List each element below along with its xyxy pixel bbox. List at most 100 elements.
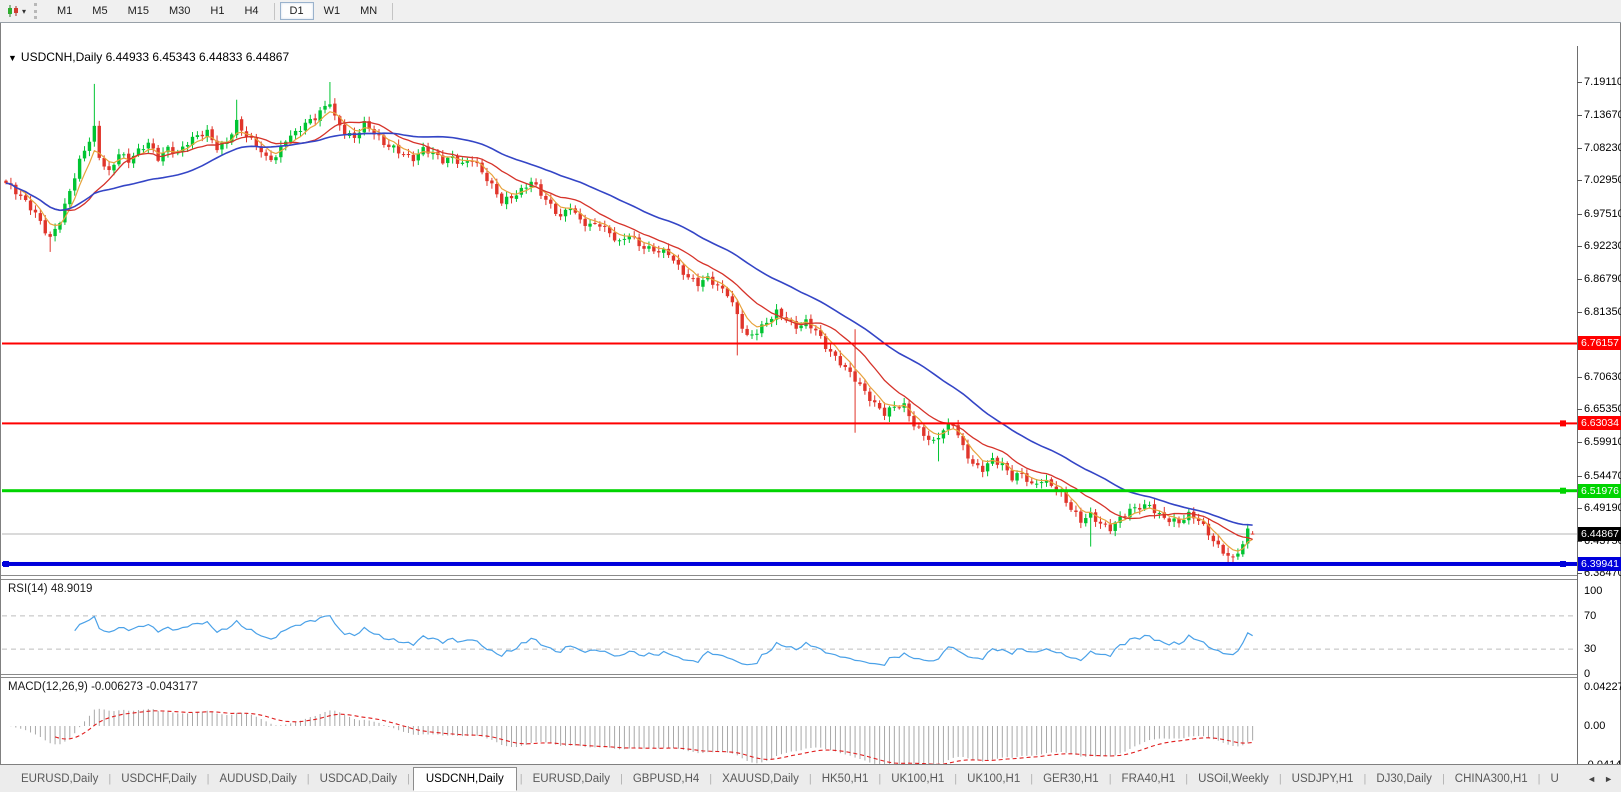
price-chart-canvas[interactable] bbox=[2, 46, 1578, 575]
chart-window: ▼USDCNH,Daily 6.44933 6.45343 6.44833 6.… bbox=[0, 23, 1621, 765]
tab-separator: | bbox=[108, 773, 111, 785]
price-line-label-6.63034[interactable]: 6.63034 bbox=[1578, 416, 1621, 430]
tab-scroll-left-icon[interactable]: ◄ bbox=[1587, 774, 1596, 784]
chart-tab-XAUUSD-Daily[interactable]: XAUUSD,Daily bbox=[715, 769, 806, 789]
horizontal-line-6.63034[interactable] bbox=[2, 422, 1578, 424]
tab-separator: | bbox=[1442, 773, 1445, 785]
price-tick: 6.70630 bbox=[1584, 371, 1621, 383]
chart-tab-HK50-H1[interactable]: HK50,H1 bbox=[815, 769, 876, 789]
timeframe-button-M1[interactable]: M1 bbox=[47, 2, 82, 20]
toolbar-separator bbox=[274, 3, 275, 20]
tab-separator: | bbox=[207, 773, 210, 785]
symbol-period-label: USDCNH,Daily bbox=[21, 50, 102, 64]
horizontal-line-6.76157[interactable] bbox=[2, 342, 1578, 344]
tab-separator: | bbox=[307, 773, 310, 785]
rsi-scale-label: 30 bbox=[1584, 643, 1621, 655]
macd-label: MACD(12,26,9) -0.006273 -0.043177 bbox=[8, 681, 198, 693]
price-tick-mark bbox=[1577, 442, 1582, 443]
price-tick-mark bbox=[1577, 409, 1582, 410]
timeframe-button-M30[interactable]: M30 bbox=[159, 2, 200, 20]
price-tick-mark bbox=[1577, 180, 1582, 181]
price-tick: 6.86790 bbox=[1584, 273, 1621, 285]
panel-separator[interactable] bbox=[1, 575, 1577, 576]
macd-canvas[interactable] bbox=[2, 678, 1578, 771]
tab-separator: | bbox=[520, 773, 523, 785]
chart-tab-USDCAD-Daily[interactable]: USDCAD,Daily bbox=[313, 769, 404, 789]
price-line-label-6.51976[interactable]: 6.51976 bbox=[1578, 484, 1621, 498]
rsi-line bbox=[75, 616, 1253, 666]
timeframe-button-H4[interactable]: H4 bbox=[234, 2, 268, 20]
chart-title: ▼USDCNH,Daily 6.44933 6.45343 6.44833 6.… bbox=[8, 50, 289, 64]
price-tick-mark bbox=[1577, 115, 1582, 116]
price-tick-mark bbox=[1577, 214, 1582, 215]
ma-slow-line bbox=[6, 133, 1253, 525]
chart-tab-AUDUSD-Daily[interactable]: AUDUSD,Daily bbox=[212, 769, 303, 789]
chart-tab-USDCNH-Daily[interactable]: USDCNH,Daily bbox=[413, 767, 517, 791]
ma-medium-line bbox=[6, 122, 1253, 540]
tab-separator: | bbox=[620, 773, 623, 785]
chart-tab-GER30-H1[interactable]: GER30,H1 bbox=[1036, 769, 1106, 789]
price-tick: 7.19110 bbox=[1584, 76, 1621, 88]
tab-separator: | bbox=[407, 773, 410, 785]
price-line-label-6.76157[interactable]: 6.76157 bbox=[1578, 336, 1621, 350]
toolbar-separator bbox=[392, 3, 393, 20]
chart-tab-EURUSD-Daily[interactable]: EURUSD,Daily bbox=[14, 769, 105, 789]
tab-scroll-buttons: ◄ ► bbox=[1583, 765, 1617, 792]
toolbar-grip[interactable] bbox=[34, 3, 41, 19]
price-tick-mark bbox=[1577, 377, 1582, 378]
price-tick: 6.92230 bbox=[1584, 240, 1621, 252]
price-tick: 6.81350 bbox=[1584, 306, 1621, 318]
timeframe-button-MN[interactable]: MN bbox=[350, 2, 387, 20]
horizontal-line-6.39941[interactable] bbox=[2, 562, 1578, 566]
chart-tab-UK100-H1[interactable]: UK100,H1 bbox=[884, 769, 951, 789]
tab-separator: | bbox=[1185, 773, 1188, 785]
chart-tab-USOil-Weekly[interactable]: USOil,Weekly bbox=[1191, 769, 1276, 789]
chart-tab-CHINA300-H1[interactable]: CHINA300,H1 bbox=[1448, 769, 1535, 789]
price-tick: 6.59910 bbox=[1584, 436, 1621, 448]
price-tick: 7.08230 bbox=[1584, 142, 1621, 154]
chart-tab-EURUSD-Daily[interactable]: EURUSD,Daily bbox=[526, 769, 617, 789]
timeframe-button-M5[interactable]: M5 bbox=[82, 2, 117, 20]
ma-fast-line bbox=[6, 112, 1253, 551]
rsi-canvas[interactable] bbox=[2, 580, 1578, 674]
price-tick-mark bbox=[1577, 312, 1582, 313]
chart-type-button[interactable]: ▾ bbox=[0, 1, 32, 21]
price-tick-mark bbox=[1577, 279, 1582, 280]
chart-tab-FRA40-H1[interactable]: FRA40,H1 bbox=[1115, 769, 1183, 789]
timeframe-button-H1[interactable]: H1 bbox=[200, 2, 234, 20]
price-tick-mark bbox=[1577, 82, 1582, 83]
chart-tab-USDJPY-H1[interactable]: USDJPY,H1 bbox=[1285, 769, 1361, 789]
chart-menu-icon[interactable]: ▼ bbox=[8, 53, 17, 63]
timeframe-button-D1[interactable]: D1 bbox=[280, 2, 314, 20]
chart-tab-U[interactable]: U bbox=[1544, 769, 1566, 789]
horizontal-line-6.51976[interactable] bbox=[2, 489, 1578, 492]
tab-separator: | bbox=[1363, 773, 1366, 785]
price-tick-mark bbox=[1577, 148, 1582, 149]
chart-type-icon bbox=[6, 4, 20, 18]
chart-tab-USDCHF-Daily[interactable]: USDCHF,Daily bbox=[114, 769, 203, 789]
tab-separator: | bbox=[1109, 773, 1112, 785]
price-tick-mark bbox=[1577, 246, 1582, 247]
macd-scale-label: 0.042275 bbox=[1584, 681, 1621, 693]
macd-histogram bbox=[6, 709, 1253, 767]
panel-separator[interactable] bbox=[1, 674, 1577, 675]
rsi-scale-label: 70 bbox=[1584, 610, 1621, 622]
tab-separator: | bbox=[954, 773, 957, 785]
chart-tab-DJ30-Daily[interactable]: DJ30,Daily bbox=[1369, 769, 1439, 789]
tab-scroll-right-icon[interactable]: ► bbox=[1604, 774, 1613, 784]
chart-tab-GBPUSD-H4[interactable]: GBPUSD,H4 bbox=[626, 769, 706, 789]
price-tick: 7.02950 bbox=[1584, 174, 1621, 186]
dropdown-caret-icon: ▾ bbox=[22, 7, 26, 16]
rsi-label: RSI(14) 48.9019 bbox=[8, 583, 92, 595]
rsi-scale-label: 0 bbox=[1584, 668, 1621, 680]
chart-tab-UK100-H1[interactable]: UK100,H1 bbox=[960, 769, 1027, 789]
price-tick: 6.49190 bbox=[1584, 502, 1621, 514]
tab-separator: | bbox=[1538, 773, 1541, 785]
timeframe-button-M15[interactable]: M15 bbox=[118, 2, 159, 20]
price-line-label-6.39941[interactable]: 6.39941 bbox=[1578, 557, 1621, 571]
macd-scale-label: 0.00 bbox=[1584, 720, 1621, 732]
timeframe-button-W1[interactable]: W1 bbox=[314, 2, 351, 20]
price-tick: 6.54470 bbox=[1584, 470, 1621, 482]
rsi-scale-label: 100 bbox=[1584, 585, 1621, 597]
price-tick-mark bbox=[1577, 573, 1582, 574]
